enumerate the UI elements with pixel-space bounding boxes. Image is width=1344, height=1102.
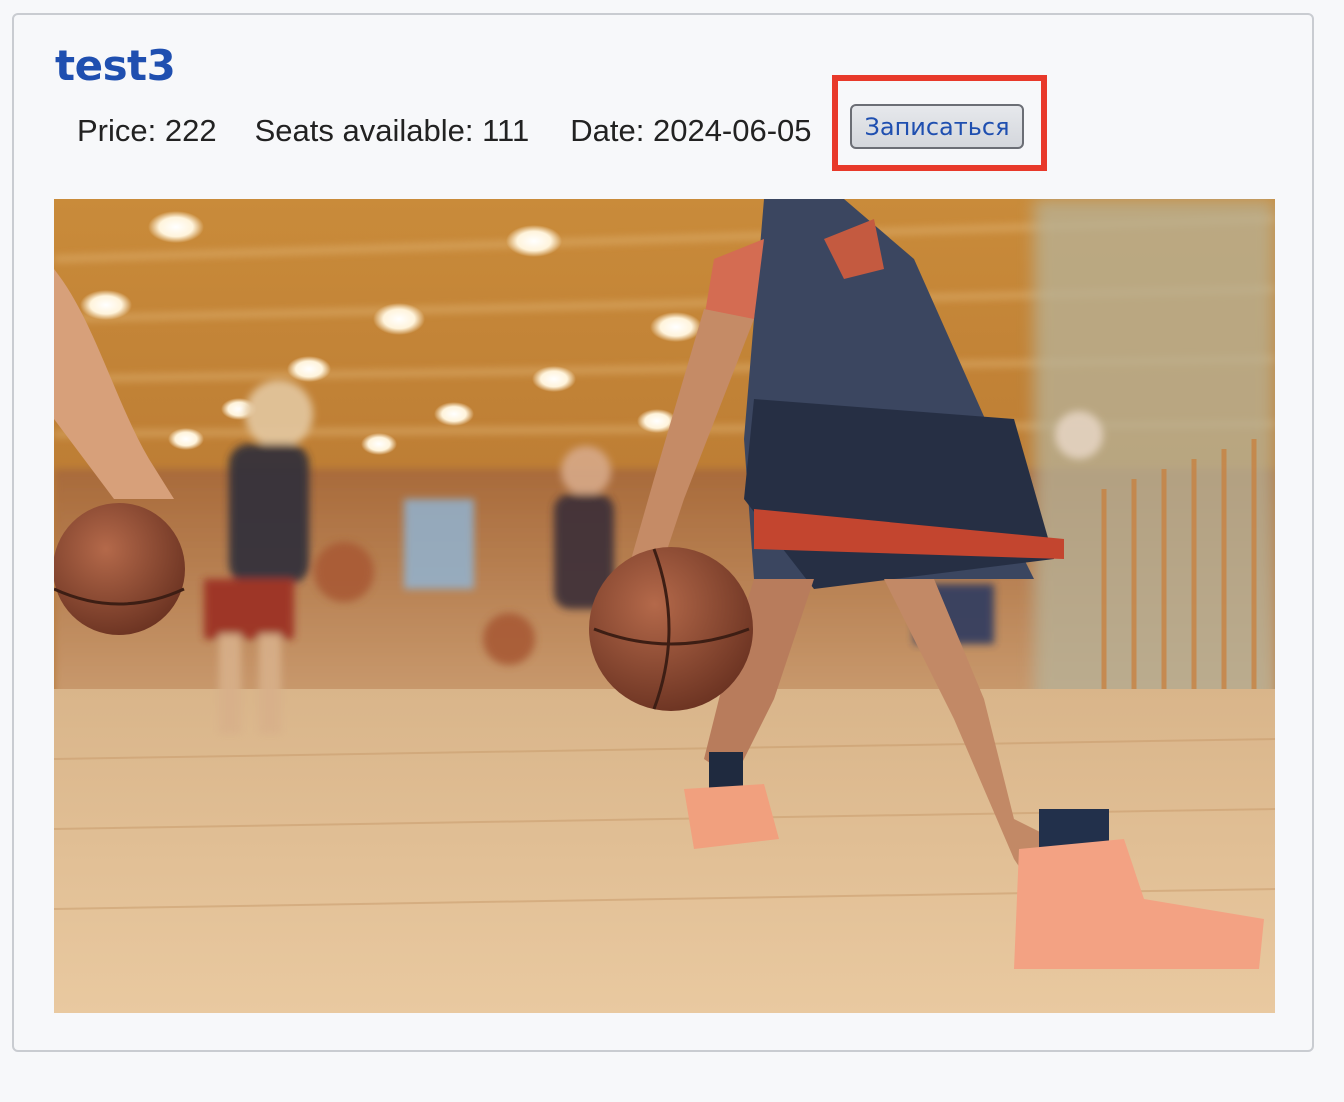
course-title: test3 (55, 41, 176, 90)
course-meta: Price: 222 Seats available: 111 Date: 20… (77, 111, 812, 151)
date-label: Date: (570, 113, 645, 148)
course-image (54, 199, 1275, 1013)
seats-label: Seats available: (254, 113, 474, 148)
price-info: Price: 222 (77, 113, 217, 149)
seats-info: Seats available: 111 (255, 113, 530, 149)
price-value: 222 (164, 113, 217, 148)
date-info: Date: 2024-06-05 (570, 113, 811, 149)
price-label: Price: (77, 113, 157, 148)
enroll-button[interactable]: Записаться (850, 104, 1024, 149)
course-card: test3 Price: 222 Seats available: 111 Da… (12, 13, 1314, 1052)
basketball-training-photo (54, 199, 1275, 1013)
date-value: 2024-06-05 (652, 113, 812, 148)
seats-value: 111 (482, 113, 530, 148)
